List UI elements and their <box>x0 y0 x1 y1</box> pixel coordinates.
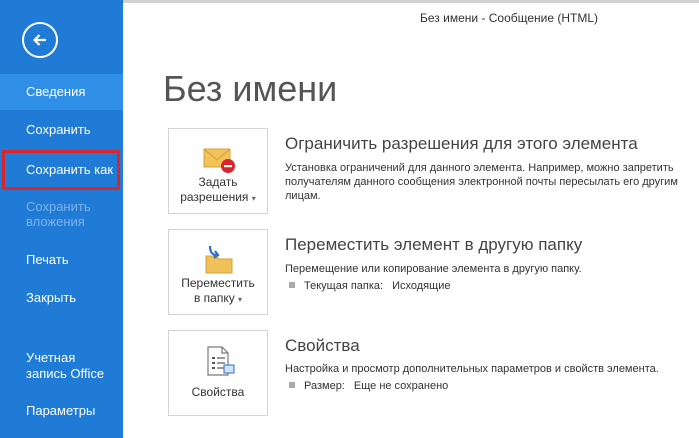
bullet-icon <box>289 282 295 288</box>
page-title: Без имени <box>163 68 338 109</box>
size-value: Еще не сохранено <box>353 380 449 392</box>
nav-item-close[interactable]: Закрыть <box>0 280 123 316</box>
window-border <box>123 0 699 3</box>
section-description-permissions: Установка ограничений для данного элемен… <box>285 162 678 202</box>
set-permissions-label-line1: Задать <box>198 175 238 189</box>
set-permissions-button[interactable]: Задать разрешения ▾ <box>168 128 268 214</box>
current-folder-value: Исходящие <box>392 280 451 292</box>
back-button[interactable] <box>22 22 58 58</box>
nav-item-info[interactable]: Сведения <box>0 74 123 110</box>
nav-item-options[interactable]: Параметры <box>0 393 123 429</box>
set-permissions-label-line2: разрешения ▾ <box>180 190 256 204</box>
size-property: Размер: Еще не сохранено <box>289 380 448 392</box>
move-to-folder-icon <box>205 245 233 274</box>
properties-button[interactable]: Свойства <box>168 330 268 416</box>
nav-item-print[interactable]: Печать <box>0 242 123 278</box>
envelope-restrict-icon <box>203 148 235 173</box>
properties-button-label: Свойства <box>191 385 245 399</box>
section-title-properties: Свойства <box>285 336 360 355</box>
bullet-icon <box>289 382 295 388</box>
back-arrow-icon <box>32 34 46 46</box>
properties-icon <box>207 346 235 376</box>
section-description-move: Перемещение или копирование элемента в д… <box>285 263 582 275</box>
move-to-folder-button[interactable]: Переместить в папку ▾ <box>168 229 268 315</box>
nav-item-save[interactable]: Сохранить <box>0 112 123 148</box>
section-description-properties: Настройка и просмотр дополнительных пара… <box>285 363 659 375</box>
move-to-folder-label-line1: Переместить <box>181 276 255 290</box>
section-title-permissions: Ограничить разрешения для этого элемента <box>285 134 638 153</box>
dropdown-caret-icon: ▾ <box>251 194 256 203</box>
nav-item-office-account[interactable]: Учетная запись Office <box>0 348 110 384</box>
section-title-move: Переместить элемент в другую папку <box>285 235 583 254</box>
move-to-folder-label-line2: в папку ▾ <box>193 291 243 305</box>
backstage-sidebar: Сведения Сохранить Сохранить как Сохрани… <box>0 0 123 438</box>
window-title: Без имени - Сообщение (HTML) <box>420 11 599 25</box>
nav-item-save-attachments: Сохранить вложения <box>26 199 91 229</box>
highlight-annotation <box>2 150 120 190</box>
current-folder-property: Текущая папка: Исходящие <box>289 280 450 292</box>
dropdown-caret-icon: ▾ <box>238 295 243 304</box>
